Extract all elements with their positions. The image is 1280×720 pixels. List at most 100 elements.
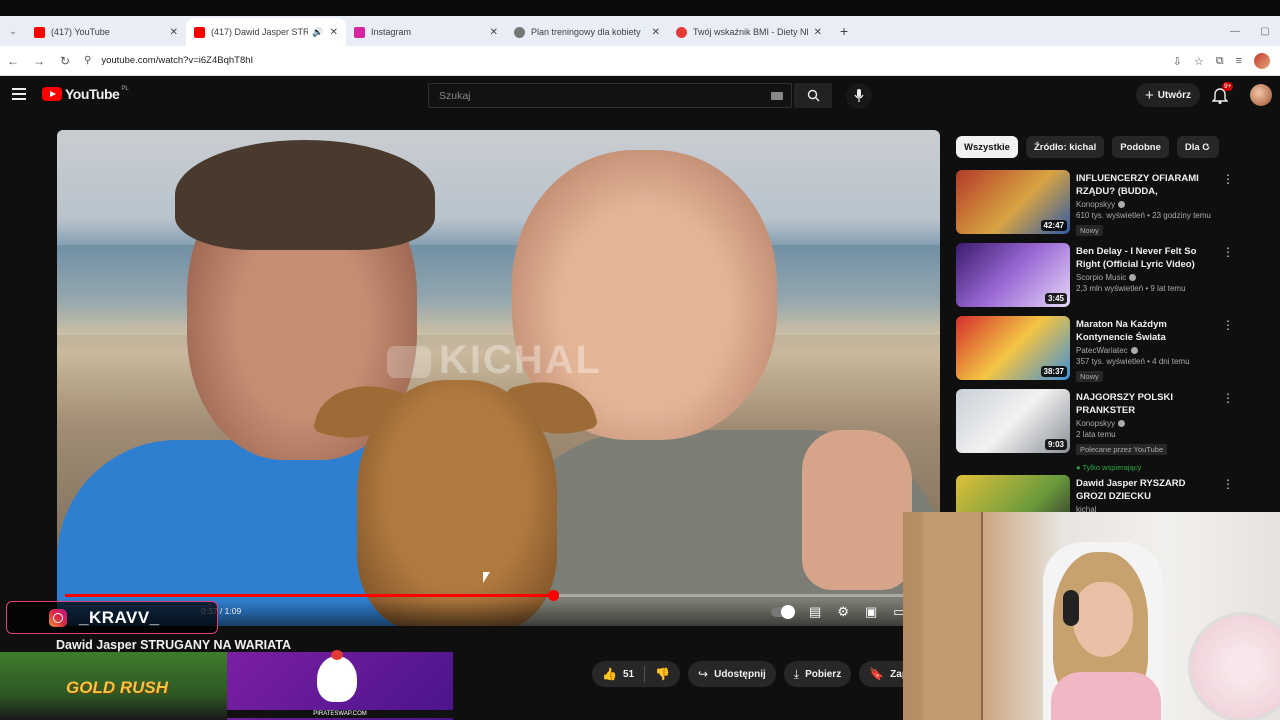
more-options-icon[interactable]: ⋮: [1222, 318, 1234, 332]
tab-search-icon[interactable]: ⌄: [0, 26, 26, 37]
search-box[interactable]: Szukaj: [428, 83, 792, 108]
recommendation-title[interactable]: Ben Delay - I Never Felt So Right (Offic…: [1076, 245, 1216, 271]
like-count[interactable]: 51: [623, 669, 634, 680]
thumbs-up-icon[interactable]: 👍: [602, 667, 617, 681]
recommendation-meta: NAJGORSZY POLSKI PRANKSTER Konopskyy 2 l…: [1076, 391, 1216, 475]
chip-similar[interactable]: Podobne: [1112, 136, 1169, 158]
progress-played: [65, 594, 554, 597]
recommended-badge: Polecane przez YouTube: [1076, 444, 1168, 455]
ad-game-title: GOLD RUSH: [66, 678, 168, 697]
members-only-text: Tylko wspierający: [1082, 463, 1142, 472]
browser-actions: ⇩ ☆ ⧉ ≡: [1173, 46, 1270, 76]
chip-source[interactable]: Źródło: kichal: [1025, 136, 1105, 158]
chip-for-you[interactable]: Dla C: [1176, 136, 1219, 158]
bookmark-star-icon[interactable]: ☆: [1194, 55, 1204, 68]
progress-bar[interactable]: [65, 590, 932, 601]
webcam-headset: [1063, 590, 1079, 626]
channel-name[interactable]: PatecWariatec: [1076, 346, 1216, 355]
youtube-header: YouTube PL Szukaj + Utwórz 9+: [0, 76, 1280, 116]
logo-text: YouTube: [65, 86, 120, 102]
duration-badge: 38:37: [1040, 366, 1067, 377]
close-tab-icon[interactable]: ✕: [170, 27, 178, 38]
notifications-button[interactable]: 9+: [1211, 82, 1234, 104]
channel-name[interactable]: Konopskyy: [1076, 200, 1216, 209]
forward-icon[interactable]: →: [26, 54, 52, 68]
recommendation-title[interactable]: INFLUENCERZY OFIARAMI RZĄDU? (BUDDA, OJW…: [1076, 172, 1216, 198]
recommendation-item[interactable]: 42:47 INFLUENCERZY OFIARAMI RZĄDU? (BUDD…: [956, 170, 1236, 243]
recommendation-title[interactable]: Maraton Na Każdym Kontynencie Świata: [1076, 318, 1216, 344]
video-thumbnail[interactable]: 9:03: [956, 389, 1070, 453]
extensions-icon[interactable]: ⧉: [1216, 55, 1224, 68]
close-tab-icon[interactable]: ✕: [652, 27, 660, 38]
chip-all[interactable]: Wszystkie: [956, 136, 1018, 158]
close-tab-icon[interactable]: ✕: [330, 27, 338, 38]
tab-training-plan[interactable]: Plan treningowy dla kobiety ✕: [506, 18, 668, 46]
ad-game-panel: GOLD RUSH: [0, 652, 227, 720]
tab-instagram[interactable]: Instagram ✕: [346, 18, 506, 46]
account-avatar[interactable]: [1250, 84, 1272, 106]
miniplayer-icon[interactable]: ▣: [865, 604, 877, 620]
download-button[interactable]: ⤓ Pobierz: [783, 661, 852, 687]
tab-list-icon[interactable]: ≡: [1236, 55, 1242, 67]
more-options-icon[interactable]: ⋮: [1222, 391, 1234, 405]
channel-name[interactable]: Scorpio Music: [1076, 273, 1216, 282]
keyboard-icon[interactable]: [771, 91, 783, 100]
os-top-strip: [0, 0, 1280, 16]
recommendation-title[interactable]: Dawid Jasper RYSZARD GROZI DZIECKU: [1076, 477, 1216, 503]
url-field[interactable]: ⚲ youtube.com/watch?v=i6Z4BqhT8hI: [84, 48, 1124, 73]
share-button[interactable]: ↪ Udostępnij: [688, 661, 776, 687]
more-options-icon[interactable]: ⋮: [1222, 245, 1234, 259]
verified-icon: [1129, 274, 1137, 282]
youtube-logo[interactable]: YouTube PL: [42, 86, 129, 102]
channel-name[interactable]: Konopskyy: [1076, 419, 1216, 428]
webcam-door: [923, 512, 983, 720]
share-icon: ↪: [698, 667, 709, 681]
recommendation-item[interactable]: 38:37 Maraton Na Każdym Kontynencie Świa…: [956, 316, 1236, 389]
youtube-favicon-icon: [34, 26, 45, 38]
mouse-cursor-icon: [483, 572, 490, 583]
new-badge: Nowy: [1076, 371, 1103, 382]
install-app-icon[interactable]: ⇩: [1173, 55, 1182, 68]
video-player[interactable]: KICHAL 0:37 / 1:09 ▤ ⚙ ▣ ▭ ⎘: [57, 130, 940, 626]
search-button[interactable]: [794, 83, 832, 108]
search-input[interactable]: Szukaj: [439, 90, 771, 102]
subtitles-icon[interactable]: ▤: [809, 604, 821, 620]
back-icon[interactable]: ←: [0, 54, 26, 68]
video-thumbnail[interactable]: 42:47: [956, 170, 1070, 234]
video-action-bar: 👍 51 👎 ↪ Udostępnij ⤓ Pobierz 🔖 Zapisz: [592, 661, 932, 687]
browser-profile-avatar[interactable]: [1254, 53, 1270, 69]
hamburger-menu-icon[interactable]: [12, 88, 26, 100]
video-frame-thumbs-up: [802, 430, 912, 590]
download-label: Pobierz: [805, 668, 842, 680]
thumbs-down-icon[interactable]: 👎: [655, 667, 670, 681]
video-thumbnail[interactable]: 38:37: [956, 316, 1070, 380]
more-options-icon[interactable]: ⋮: [1222, 477, 1234, 491]
tab-bmi[interactable]: Twój wskaźnik BMI - Diety NFZ ✕: [668, 18, 830, 46]
more-options-icon[interactable]: ⋮: [1222, 172, 1234, 186]
close-tab-icon[interactable]: ✕: [814, 27, 822, 38]
speaker-icon[interactable]: 🔊: [312, 27, 323, 38]
recommendation-meta: INFLUENCERZY OFIARAMI RZĄDU? (BUDDA, OJW…: [1076, 172, 1216, 238]
recommendation-title[interactable]: NAJGORSZY POLSKI PRANKSTER: [1076, 391, 1216, 417]
autoplay-toggle[interactable]: [771, 605, 796, 619]
close-tab-icon[interactable]: ✕: [490, 27, 498, 38]
site-info-icon[interactable]: ⚲: [84, 55, 91, 66]
duration-badge: 3:45: [1044, 293, 1067, 304]
settings-gear-icon[interactable]: ⚙: [837, 604, 849, 620]
minimize-icon[interactable]: —: [1220, 26, 1250, 37]
create-button[interactable]: + Utwórz: [1136, 83, 1200, 107]
video-frame-dog: [357, 380, 557, 626]
reload-icon[interactable]: ↻: [52, 54, 78, 68]
tab-youtube-home[interactable]: (417) YouTube ✕: [26, 18, 186, 46]
chevron-right-icon[interactable]: ›: [1206, 140, 1210, 154]
recommendation-meta: Dawid Jasper RYSZARD GROZI DZIECKU kicha…: [1076, 477, 1216, 514]
tab-current-video[interactable]: (417) Dawid Jasper STRUGA 🔊 ✕: [186, 18, 346, 46]
watermark-play-icon: [387, 346, 431, 379]
maximize-icon[interactable]: ▢: [1250, 26, 1280, 37]
notification-count-badge: 9+: [1222, 82, 1234, 91]
new-tab-icon[interactable]: +: [840, 23, 848, 39]
recommendation-item[interactable]: 3:45 Ben Delay - I Never Felt So Right (…: [956, 243, 1236, 316]
recommendation-item[interactable]: 9:03 NAJGORSZY POLSKI PRANKSTER Konopsky…: [956, 389, 1236, 475]
voice-search-button[interactable]: [846, 83, 872, 109]
video-thumbnail[interactable]: 3:45: [956, 243, 1070, 307]
